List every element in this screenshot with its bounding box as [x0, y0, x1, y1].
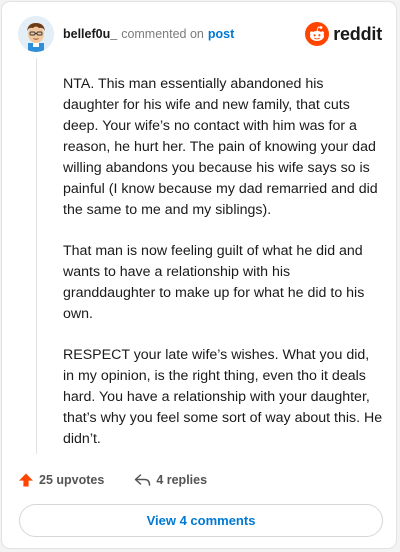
reply-count: 4 replies: [156, 473, 208, 487]
avatar-illustration-icon: [18, 16, 54, 52]
post-link[interactable]: post: [208, 27, 234, 41]
comment-paragraph: That man is now feeling guilt of what he…: [63, 243, 365, 322]
username-link[interactable]: bellef0u_: [63, 27, 117, 41]
user-avatar[interactable]: [18, 16, 54, 52]
reply-arrow-icon: [135, 474, 151, 486]
upvote-arrow-icon: [19, 473, 33, 487]
comment-actions: 25 upvotes 4 replies: [18, 468, 207, 492]
commented-on-text: commented on: [121, 27, 204, 41]
reply-button[interactable]: 4 replies: [134, 473, 207, 487]
upvote-button[interactable]: 25 upvotes: [18, 472, 104, 488]
comment-body: NTA. This man essentially abandoned his …: [63, 74, 383, 470]
comment-paragraph: NTA. This man essentially abandoned his …: [63, 76, 378, 218]
reddit-snoo-icon: [305, 22, 330, 46]
reddit-wordmark: reddit: [333, 23, 382, 44]
comment-card: bellef0u_ commented on post reddit NTA. Th…: [1, 1, 397, 549]
view-comments-button[interactable]: View 4 comments: [19, 504, 383, 537]
comment-header: bellef0u_ commented on post reddit: [2, 2, 396, 66]
comment-paragraph: RESPECT your late wife’s wishes. What yo…: [63, 347, 383, 447]
comment-meta: bellef0u_ commented on post: [63, 26, 234, 42]
upvote-count: 25 upvotes: [39, 473, 105, 487]
thread-line[interactable]: [36, 58, 37, 454]
reddit-logo[interactable]: reddit: [305, 22, 382, 46]
